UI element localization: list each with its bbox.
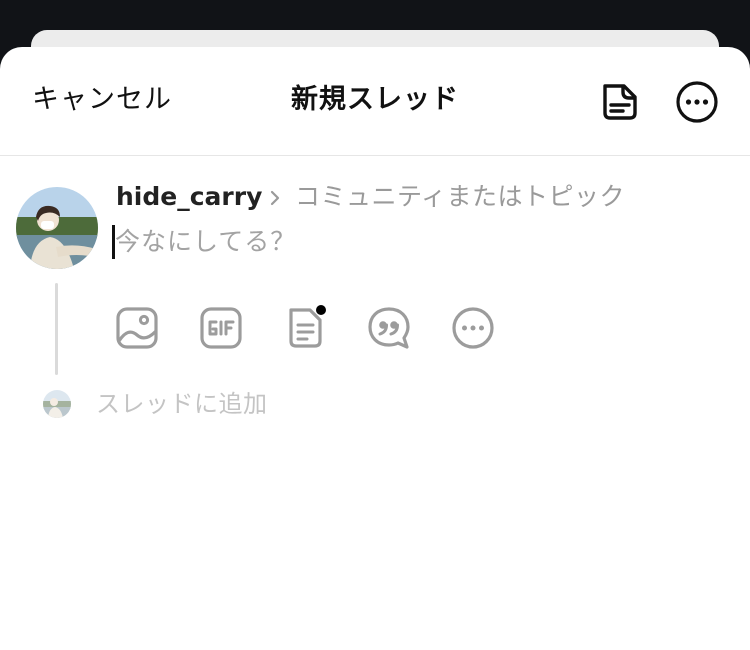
image-icon[interactable] (114, 305, 160, 351)
avatar[interactable] (16, 187, 98, 269)
add-to-thread[interactable]: スレッドに追加 (96, 388, 268, 420)
username[interactable]: hide_carry (116, 181, 262, 213)
topic-selector[interactable]: コミュニティまたはトピック (295, 181, 625, 213)
chevron-right-icon (266, 188, 284, 208)
more-options-icon[interactable] (674, 79, 720, 125)
gif-icon[interactable] (198, 305, 244, 351)
thread-text-input[interactable]: 今なにしてる？ (115, 226, 296, 258)
new-thread-sheet: キャンセル 新規スレッド hide_carry コミュニティまたはトピック 今な… (0, 47, 750, 650)
more-icon[interactable] (450, 305, 496, 351)
thread-connector-line (55, 283, 58, 375)
new-indicator-dot (316, 305, 326, 315)
sheet-header: キャンセル 新規スレッド (0, 47, 750, 156)
quote-icon[interactable] (366, 305, 412, 351)
mini-avatar (43, 390, 71, 418)
drafts-icon[interactable] (597, 79, 643, 125)
